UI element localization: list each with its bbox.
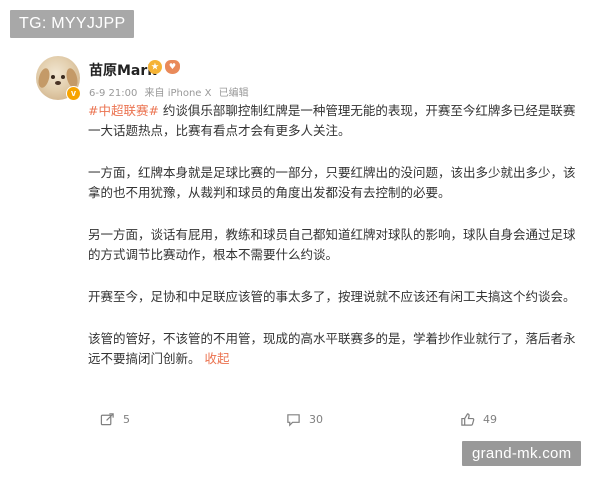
post-meta: 6-9 21:00 来自 iPhone X 已编辑 xyxy=(89,84,253,99)
post-body: #中超联赛# 约谈俱乐部聊控制红牌是一种管理无能的表现，开赛至今红牌多已经是联赛… xyxy=(88,101,578,391)
action-bar: 5 30 49 xyxy=(100,412,570,432)
verified-badge-icon: v xyxy=(66,86,81,101)
post-edited[interactable]: 已编辑 xyxy=(219,88,249,99)
fan-badge-icon[interactable]: ♥ xyxy=(165,60,180,74)
post-paragraph-3: 另一方面，谈话有屁用，教练和球员自己都知道红牌对球队的影响，球队自身会通过足球的… xyxy=(88,227,576,262)
comment-button[interactable]: 30 xyxy=(286,412,323,427)
post-source: 来自 iPhone X xyxy=(144,88,212,99)
author-name[interactable]: 苗原Mark xyxy=(89,60,157,80)
post-paragraph-1-text: 约谈俱乐部聊控制红牌是一种管理无能的表现，开赛至今红牌多已经是联赛一大话题热点，… xyxy=(88,103,576,138)
post-paragraph-5: 该管的管好，不该管的不用管，现成的高水平联赛多的是，学着抄作业就行了，落后者永远… xyxy=(88,329,578,369)
post-date[interactable]: 6-9 21:00 xyxy=(89,88,137,99)
author-badges: ★ ♥ xyxy=(148,60,180,74)
avatar-eye-left xyxy=(51,75,55,79)
avatar-eye-right xyxy=(61,75,65,79)
repost-count: 5 xyxy=(123,413,130,426)
post-paragraph-2: 一方面，红牌本身就是足球比赛的一部分，只要红牌出的没问题，该出多少就出多少，该拿… xyxy=(88,165,576,200)
post-paragraph-1: #中超联赛# 约谈俱乐部聊控制红牌是一种管理无能的表现，开赛至今红牌多已经是联赛… xyxy=(88,101,578,141)
topic-link[interactable]: #中超联赛# xyxy=(88,103,159,118)
tg-overlay-label: TG: MYYJJPP xyxy=(10,10,135,38)
like-button[interactable]: 49 xyxy=(460,412,497,427)
like-count: 49 xyxy=(483,413,497,426)
site-watermark: grand-mk.com xyxy=(462,441,582,466)
repost-button[interactable]: 5 xyxy=(100,412,130,427)
avatar-ear-left xyxy=(36,67,52,89)
thumbs-up-icon xyxy=(461,413,475,426)
level-badge-icon[interactable]: ★ xyxy=(148,60,162,74)
post-paragraph-5-text: 该管的管好，不该管的不用管，现成的高水平联赛多的是，学着抄作业就行了，落后者永远… xyxy=(88,331,576,366)
post-paragraph-4: 开赛至今，足协和中足联应该管的事太多了，按理说就不应该还有闲工夫搞这个约谈会。 xyxy=(88,289,576,304)
avatar-nose xyxy=(55,81,61,85)
comment-icon xyxy=(287,414,300,427)
collapse-link[interactable]: 收起 xyxy=(205,351,230,366)
comment-count: 30 xyxy=(309,413,323,426)
share-icon xyxy=(100,413,114,426)
